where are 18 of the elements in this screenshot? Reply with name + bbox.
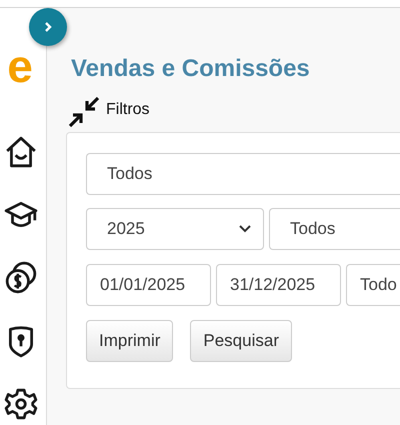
sidebar-toggle-button[interactable] — [29, 8, 67, 46]
filters-label: Filtros — [106, 101, 150, 119]
input-field[interactable]: 31/12/2025 — [216, 264, 341, 306]
search-button[interactable]: Pesquisar — [190, 320, 292, 362]
coins-icon[interactable] — [4, 261, 38, 295]
page-title: Vendas e Comissões — [71, 54, 311, 84]
input-field[interactable]: Todos — [269, 208, 400, 250]
input-field[interactable]: Todo — [346, 264, 400, 306]
logo: e — [7, 48, 33, 84]
collapse-arrows-icon[interactable] — [68, 96, 100, 128]
chevron-down-icon — [239, 225, 251, 233]
home-icon[interactable] — [4, 135, 38, 169]
year-dropdown[interactable]: 2025 — [86, 208, 264, 250]
input-field[interactable]: Todos — [86, 153, 400, 195]
input-field[interactable]: 01/01/2025 — [86, 264, 211, 306]
settings-icon[interactable] — [4, 387, 38, 421]
print-button[interactable]: Imprimir — [86, 320, 174, 362]
chevron-right-icon — [43, 21, 53, 33]
